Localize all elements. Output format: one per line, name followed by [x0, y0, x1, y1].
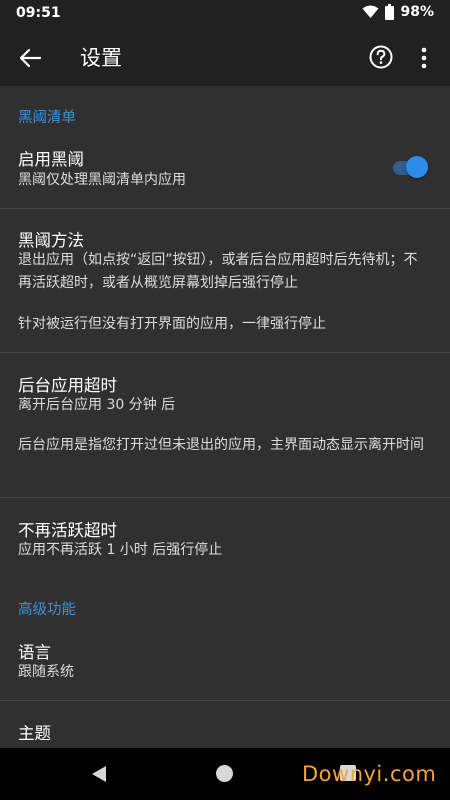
toggle-thumb	[406, 156, 428, 178]
settings-list: 黑阈清单 启用黑阈 黑阈仅处理黑阈清单内应用 黑阈方法 退出应用（如点按“返回”…	[0, 86, 450, 748]
setting-method-note: 针对被运行但没有打开界面的应用，一律强行停止	[18, 316, 326, 332]
app-bar: 设置	[0, 28, 450, 86]
more-vert-icon[interactable]	[412, 45, 436, 71]
setting-enable-summary: 黑阈仅处理黑阈清单内应用	[18, 172, 186, 188]
setting-method-summary: 退出应用（如点按“返回”按钮），或者后台应用超时后先待机；不再活跃超时，或者从概…	[18, 252, 418, 291]
enable-toggle[interactable]	[393, 156, 429, 178]
section-header-advanced: 高级功能	[18, 602, 76, 618]
setting-bg-timeout-note: 后台应用是指您打开过但未退出的应用，主界面动态显示离开时间	[18, 437, 424, 453]
setting-bg-timeout-summary: 离开后台应用 30 分钟 后	[18, 397, 176, 413]
battery-icon	[385, 4, 395, 20]
setting-enable-title: 启用黑阈	[18, 150, 84, 169]
setting-theme-title: 主题	[18, 724, 51, 743]
setting-inactive-timeout-title: 不再活跃超时	[18, 521, 117, 540]
wifi-icon	[362, 5, 379, 18]
divider	[0, 700, 450, 701]
section-header-blacklist: 黑阈清单	[18, 110, 76, 126]
setting-language-summary: 跟随系统	[18, 664, 74, 680]
setting-method-title: 黑阈方法	[18, 231, 84, 250]
page-title: 设置	[80, 46, 122, 70]
setting-inactive-timeout-summary: 应用不再活跃 1 小时 后强行停止	[18, 542, 223, 558]
setting-bg-timeout-title: 后台应用超时	[18, 376, 117, 395]
setting-language-title: 语言	[18, 643, 51, 662]
help-icon[interactable]	[368, 44, 394, 70]
nav-home-icon[interactable]	[216, 765, 233, 782]
divider	[0, 352, 450, 353]
battery-percent: 98%	[400, 4, 434, 20]
nav-back-icon[interactable]	[90, 764, 108, 784]
divider	[0, 497, 450, 498]
watermark: Downyi.com	[302, 762, 437, 786]
status-icons: 98%	[362, 4, 434, 20]
status-bar: 09:51 98%	[0, 0, 450, 28]
status-time: 09:51	[16, 5, 61, 21]
divider	[0, 208, 450, 209]
back-arrow-icon[interactable]	[14, 42, 46, 74]
